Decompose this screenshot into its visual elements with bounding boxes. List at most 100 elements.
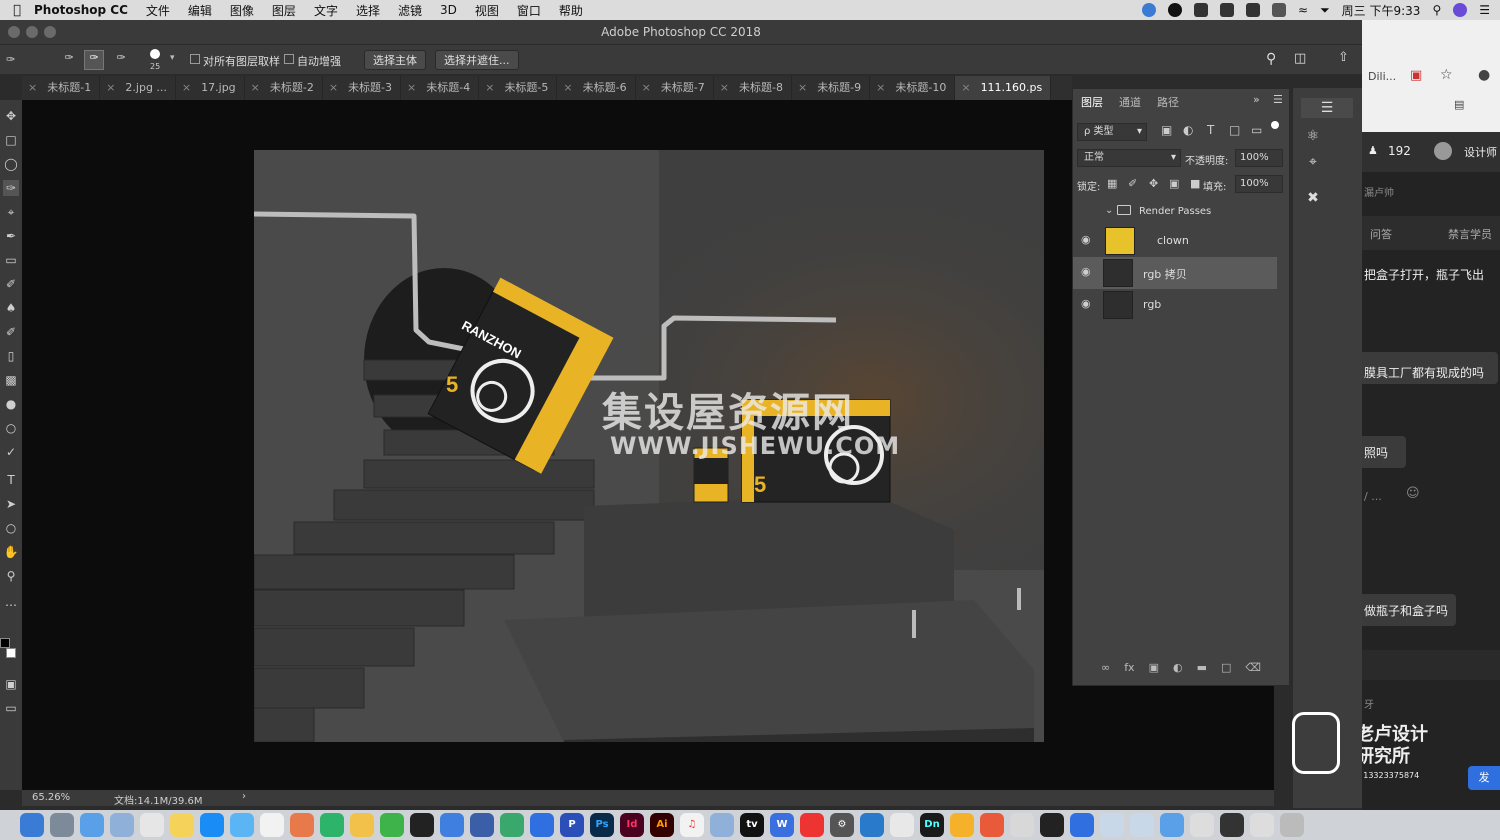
close-tab-icon[interactable]: ×: [407, 81, 416, 94]
calendar-icon[interactable]: [140, 813, 164, 837]
photos-icon[interactable]: [290, 813, 314, 837]
app-icon[interactable]: [530, 813, 554, 837]
illustrator-dock-icon[interactable]: Ai: [650, 813, 674, 837]
tab-doc-3[interactable]: × 17.jpg: [176, 76, 245, 100]
lock-transparent-icon[interactable]: ▦: [1107, 177, 1117, 190]
select-subject-button[interactable]: 选择主体: [364, 50, 426, 70]
tab-doc-1[interactable]: × 未标题-1: [22, 76, 101, 100]
keynote-icon[interactable]: [710, 813, 734, 837]
app-icon[interactable]: [500, 813, 524, 837]
bookmark-star-icon[interactable]: ☆: [1440, 67, 1453, 83]
tab-qa[interactable]: 问答: [1370, 226, 1392, 242]
tab-doc-7[interactable]: × 未标题-5: [479, 76, 558, 100]
close-tab-icon[interactable]: ×: [876, 81, 885, 94]
background-color-swatch[interactable]: [6, 648, 16, 658]
folder-icon[interactable]: [1160, 813, 1184, 837]
marquee-tool-icon[interactable]: □: [3, 132, 19, 148]
tab-layers[interactable]: 图层: [1081, 94, 1103, 110]
app-icon[interactable]: [80, 813, 104, 837]
sketch-icon[interactable]: [350, 813, 374, 837]
screen-share-icon[interactable]: [320, 813, 344, 837]
close-tab-icon[interactable]: ×: [961, 81, 970, 94]
app-icon[interactable]: [860, 813, 884, 837]
tab-doc-6[interactable]: × 未标题-4: [401, 76, 480, 100]
apple-tv-icon[interactable]: tv: [740, 813, 764, 837]
type-tool-icon[interactable]: T: [3, 472, 19, 488]
brush-tool-icon[interactable]: ✐: [3, 276, 19, 292]
add-to-selection-icon[interactable]: ✑: [84, 50, 104, 70]
menu-view[interactable]: 视图: [475, 2, 499, 19]
quick-select-tool-preset-icon[interactable]: ✑: [6, 53, 15, 66]
filter-toggle-icon[interactable]: [1271, 121, 1279, 129]
eject-icon[interactable]: ⏷: [1320, 3, 1330, 18]
avatar[interactable]: [1434, 142, 1452, 160]
emoji-icon[interactable]: ☺: [1406, 486, 1420, 501]
document-icon[interactable]: [1130, 813, 1154, 837]
app-icon[interactable]: W: [770, 813, 794, 837]
tab-doc-active[interactable]: × 111.160.ps: [955, 76, 1052, 100]
document-icon[interactable]: [1190, 813, 1214, 837]
menu-help[interactable]: 帮助: [559, 2, 583, 19]
share-icon[interactable]: ⇧: [1338, 50, 1349, 65]
lock-position-icon[interactable]: ✥: [1149, 177, 1158, 190]
more-tools-icon[interactable]: …: [3, 594, 19, 610]
move-tool-icon[interactable]: ✥: [3, 108, 19, 124]
filter-pixel-icon[interactable]: ▣: [1161, 123, 1172, 137]
photoshop-dock-icon[interactable]: Ps: [590, 813, 614, 837]
notification-icon[interactable]: [1168, 3, 1182, 17]
adobe-icon[interactable]: [1220, 3, 1234, 17]
opacity-input[interactable]: 100%: [1235, 149, 1283, 167]
menubar-clock[interactable]: 周三 下午9:33: [1342, 2, 1421, 19]
finder-icon[interactable]: [20, 813, 44, 837]
indesign-dock-icon[interactable]: Id: [620, 813, 644, 837]
trash-icon[interactable]: [1280, 813, 1304, 837]
lock-all-icon[interactable]: ■: [1190, 177, 1200, 190]
c4d-icon[interactable]: [470, 813, 494, 837]
add-mask-icon[interactable]: ▣: [1149, 661, 1159, 679]
profile-icon[interactable]: ●: [1478, 67, 1490, 83]
launchpad-icon[interactable]: [50, 813, 74, 837]
siri-icon[interactable]: [1453, 3, 1468, 17]
qq-icon[interactable]: [410, 813, 434, 837]
filter-shape-icon[interactable]: □: [1229, 123, 1240, 137]
close-tab-icon[interactable]: ×: [28, 81, 37, 94]
layer-name[interactable]: clown: [1157, 234, 1189, 247]
tab-doc-5[interactable]: × 未标题-3: [323, 76, 402, 100]
tab-paths[interactable]: 路径: [1157, 94, 1179, 110]
pdf-icon[interactable]: P: [560, 813, 584, 837]
document-icon[interactable]: [1100, 813, 1124, 837]
fx-icon[interactable]: fx: [1124, 661, 1134, 679]
wechat-icon[interactable]: [380, 813, 404, 837]
visibility-eye-icon[interactable]: ◉: [1081, 266, 1095, 278]
layer-rgb-copy[interactable]: ◉ rgb 拷贝: [1073, 257, 1277, 289]
zoom-level[interactable]: 65.26%: [32, 792, 70, 803]
notes-icon[interactable]: [170, 813, 194, 837]
app-icon[interactable]: [980, 813, 1004, 837]
system-preferences-icon[interactable]: ⚙: [830, 813, 854, 837]
filter-type-icon[interactable]: T: [1207, 123, 1214, 137]
app-icon[interactable]: [890, 813, 914, 837]
terminal-icon[interactable]: [1040, 813, 1064, 837]
weibo-icon[interactable]: [800, 813, 824, 837]
app-store-icon[interactable]: [200, 813, 224, 837]
gradient-tool-icon[interactable]: ▩: [3, 372, 19, 388]
messages-icon[interactable]: [230, 813, 254, 837]
menu-app-name[interactable]: Photoshop CC: [34, 3, 128, 17]
safari-status-icon[interactable]: [1142, 3, 1156, 17]
safari-icon[interactable]: [440, 813, 464, 837]
zoom-window-button[interactable]: [44, 26, 56, 38]
send-button[interactable]: 发: [1468, 766, 1500, 790]
reminders-icon[interactable]: [260, 813, 284, 837]
filter-kind-select[interactable]: ρ 类型 ▾: [1077, 123, 1147, 141]
eraser-tool-icon[interactable]: ▯: [3, 348, 19, 364]
document-icon[interactable]: [1250, 813, 1274, 837]
healing-tool-icon[interactable]: ▭: [3, 252, 19, 268]
new-layer-icon[interactable]: □: [1221, 661, 1231, 679]
close-tab-icon[interactable]: ×: [251, 81, 260, 94]
close-tab-icon[interactable]: ×: [798, 81, 807, 94]
zoom-tool-icon[interactable]: ⚲: [3, 568, 19, 584]
menu-window[interactable]: 窗口: [517, 2, 541, 19]
layer-clown[interactable]: ◉ clown: [1073, 225, 1277, 257]
tab-muted[interactable]: 禁言学员: [1448, 226, 1492, 242]
menu-file[interactable]: 文件: [146, 2, 170, 19]
